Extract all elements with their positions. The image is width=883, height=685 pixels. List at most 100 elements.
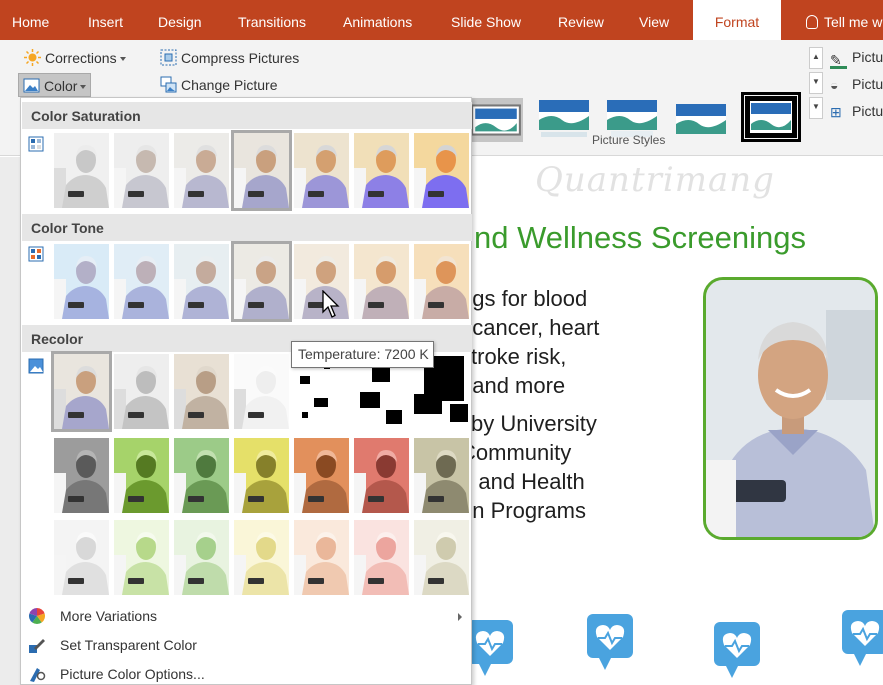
more-variations-label: More Variations (60, 608, 158, 624)
saturation-thumb[interactable] (174, 133, 229, 208)
slide-body-line[interactable]: l by University (460, 411, 597, 437)
watermark-text: Quantrimang (535, 160, 775, 200)
section-color-saturation: Color Saturation (22, 102, 472, 129)
recolor-thumb[interactable] (354, 438, 409, 513)
saturation-thumb[interactable] (114, 133, 169, 208)
heart-chat-icon (467, 620, 513, 676)
slide-body-line[interactable]: stroke risk, (460, 344, 566, 370)
recolor-thumb[interactable] (354, 520, 409, 595)
recolor-thumb[interactable] (114, 520, 169, 595)
tone-thumb[interactable] (354, 244, 409, 319)
color-button[interactable]: Color (18, 73, 92, 97)
heart-chat-icon (714, 622, 760, 678)
effects-icon: ◒ (830, 77, 839, 93)
recolor-thumb[interactable] (51, 351, 112, 432)
compress-pictures-button[interactable]: Compress Pictures (160, 46, 299, 70)
tab-insert[interactable]: Insert (88, 0, 123, 40)
tab-transitions[interactable]: Transitions (238, 0, 306, 40)
picture-layout-button[interactable]: ⊞ Pictu (830, 103, 883, 121)
change-picture-label: Change Picture (181, 77, 278, 93)
set-transparent-color-item[interactable]: Set Transparent Color (22, 631, 472, 659)
pen-border-icon: ✎ (830, 52, 847, 69)
heart-chat-icon (587, 614, 633, 670)
tab-slide-show[interactable]: Slide Show (451, 0, 521, 40)
saturation-thumb[interactable] (231, 130, 292, 211)
tone-thumb[interactable] (414, 244, 469, 319)
compress-label: Compress Pictures (181, 50, 300, 66)
picture-style-thumb[interactable] (675, 98, 727, 140)
color-dropdown-panel: Color Saturation Color Tone Recolor More… (20, 97, 472, 685)
recolor-thumb[interactable] (174, 438, 229, 513)
recolor-thumb[interactable] (114, 354, 169, 429)
recolor-picture-icon (28, 358, 44, 374)
tab-view[interactable]: View (639, 0, 669, 40)
tab-format[interactable]: Format (693, 0, 781, 40)
tone-thumb[interactable] (114, 244, 169, 319)
recolor-thumb[interactable] (54, 438, 109, 513)
color-label: Color (44, 78, 78, 94)
color-wheel-icon (28, 608, 46, 625)
ribbon-tab-bar: Home Insert Design Transitions Animation… (0, 0, 883, 40)
tab-review[interactable]: Review (558, 0, 604, 40)
picture-effects-button[interactable]: ◒ Pictu (830, 76, 883, 93)
picture-style-thumb-hovered[interactable] (469, 98, 523, 142)
tab-animations[interactable]: Animations (343, 0, 412, 40)
recolor-thumb[interactable] (114, 438, 169, 513)
recolor-thumb[interactable] (294, 520, 349, 595)
slide-body-line[interactable]: on Programs (460, 498, 586, 524)
saturation-thumb[interactable] (54, 133, 109, 208)
heart-chat-icon (842, 610, 883, 666)
saturation-thumb[interactable] (414, 133, 469, 208)
corrections-label: Corrections (45, 50, 117, 66)
picture-style-thumb-framed[interactable] (741, 92, 801, 142)
gallery-scroll-up[interactable]: ▲ (809, 47, 823, 69)
gallery-scroll-down[interactable]: ▼ (809, 72, 823, 94)
layout-icon: ⊞ (830, 104, 842, 120)
recolor-thumb[interactable] (234, 438, 289, 513)
compress-icon (160, 49, 177, 66)
senior-man-photo[interactable] (703, 277, 878, 540)
saturation-thumb[interactable] (294, 133, 349, 208)
section-color-tone: Color Tone (22, 214, 472, 241)
change-picture-icon (160, 76, 177, 93)
recolor-thumb[interactable] (234, 520, 289, 595)
picture-border-button[interactable]: ✎ Pictu (830, 49, 883, 69)
set-transparent-color-label: Set Transparent Color (60, 637, 197, 653)
temperature-tooltip: Temperature: 7200 K (291, 341, 434, 368)
recolor-thumb[interactable] (174, 520, 229, 595)
change-picture-button[interactable]: Change Picture (160, 73, 278, 97)
picture-color-options-item[interactable]: Picture Color Options... (22, 660, 472, 685)
tone-thumb[interactable] (231, 241, 292, 322)
recolor-thumb[interactable] (174, 354, 229, 429)
recolor-thumb[interactable] (414, 438, 469, 513)
color-picture-icon (23, 78, 40, 93)
recolor-thumb[interactable] (54, 520, 109, 595)
corrections-button[interactable]: Corrections (24, 46, 126, 70)
gallery-expand[interactable]: ▼ (809, 97, 823, 119)
picture-style-thumb[interactable] (538, 96, 590, 138)
picture-style-thumb[interactable] (606, 96, 658, 138)
slide-body-line[interactable]: ngs for blood (460, 286, 587, 312)
saturation-thumb[interactable] (354, 133, 409, 208)
tone-grid-icon (28, 246, 44, 262)
slide-thumbnail-strip[interactable] (0, 157, 20, 685)
mouse-pointer-icon (322, 290, 340, 318)
recolor-thumb[interactable] (414, 520, 469, 595)
picture-styles-group-label: Picture Styles (592, 133, 666, 147)
slide-body-line[interactable]: h and Health (460, 469, 585, 495)
recolor-thumb[interactable] (294, 438, 349, 513)
recolor-thumb[interactable] (234, 354, 289, 429)
slide-body-line[interactable]: Community (460, 440, 571, 466)
more-variations-item[interactable]: More Variations (22, 602, 472, 630)
saturation-grid-icon (28, 136, 44, 152)
tab-design[interactable]: Design (158, 0, 202, 40)
slide-body-line[interactable]: , cancer, heart (460, 315, 599, 341)
transparent-color-pen-icon (29, 639, 45, 653)
tab-home[interactable]: Home (12, 0, 49, 40)
sun-icon (24, 49, 41, 66)
tone-thumb[interactable] (174, 244, 229, 319)
tell-me-box[interactable]: Tell me w (806, 0, 882, 40)
slide-title[interactable]: nd Wellness Screenings (474, 220, 806, 256)
slide-body-line[interactable]: , and more (460, 373, 565, 399)
tone-thumb[interactable] (54, 244, 109, 319)
